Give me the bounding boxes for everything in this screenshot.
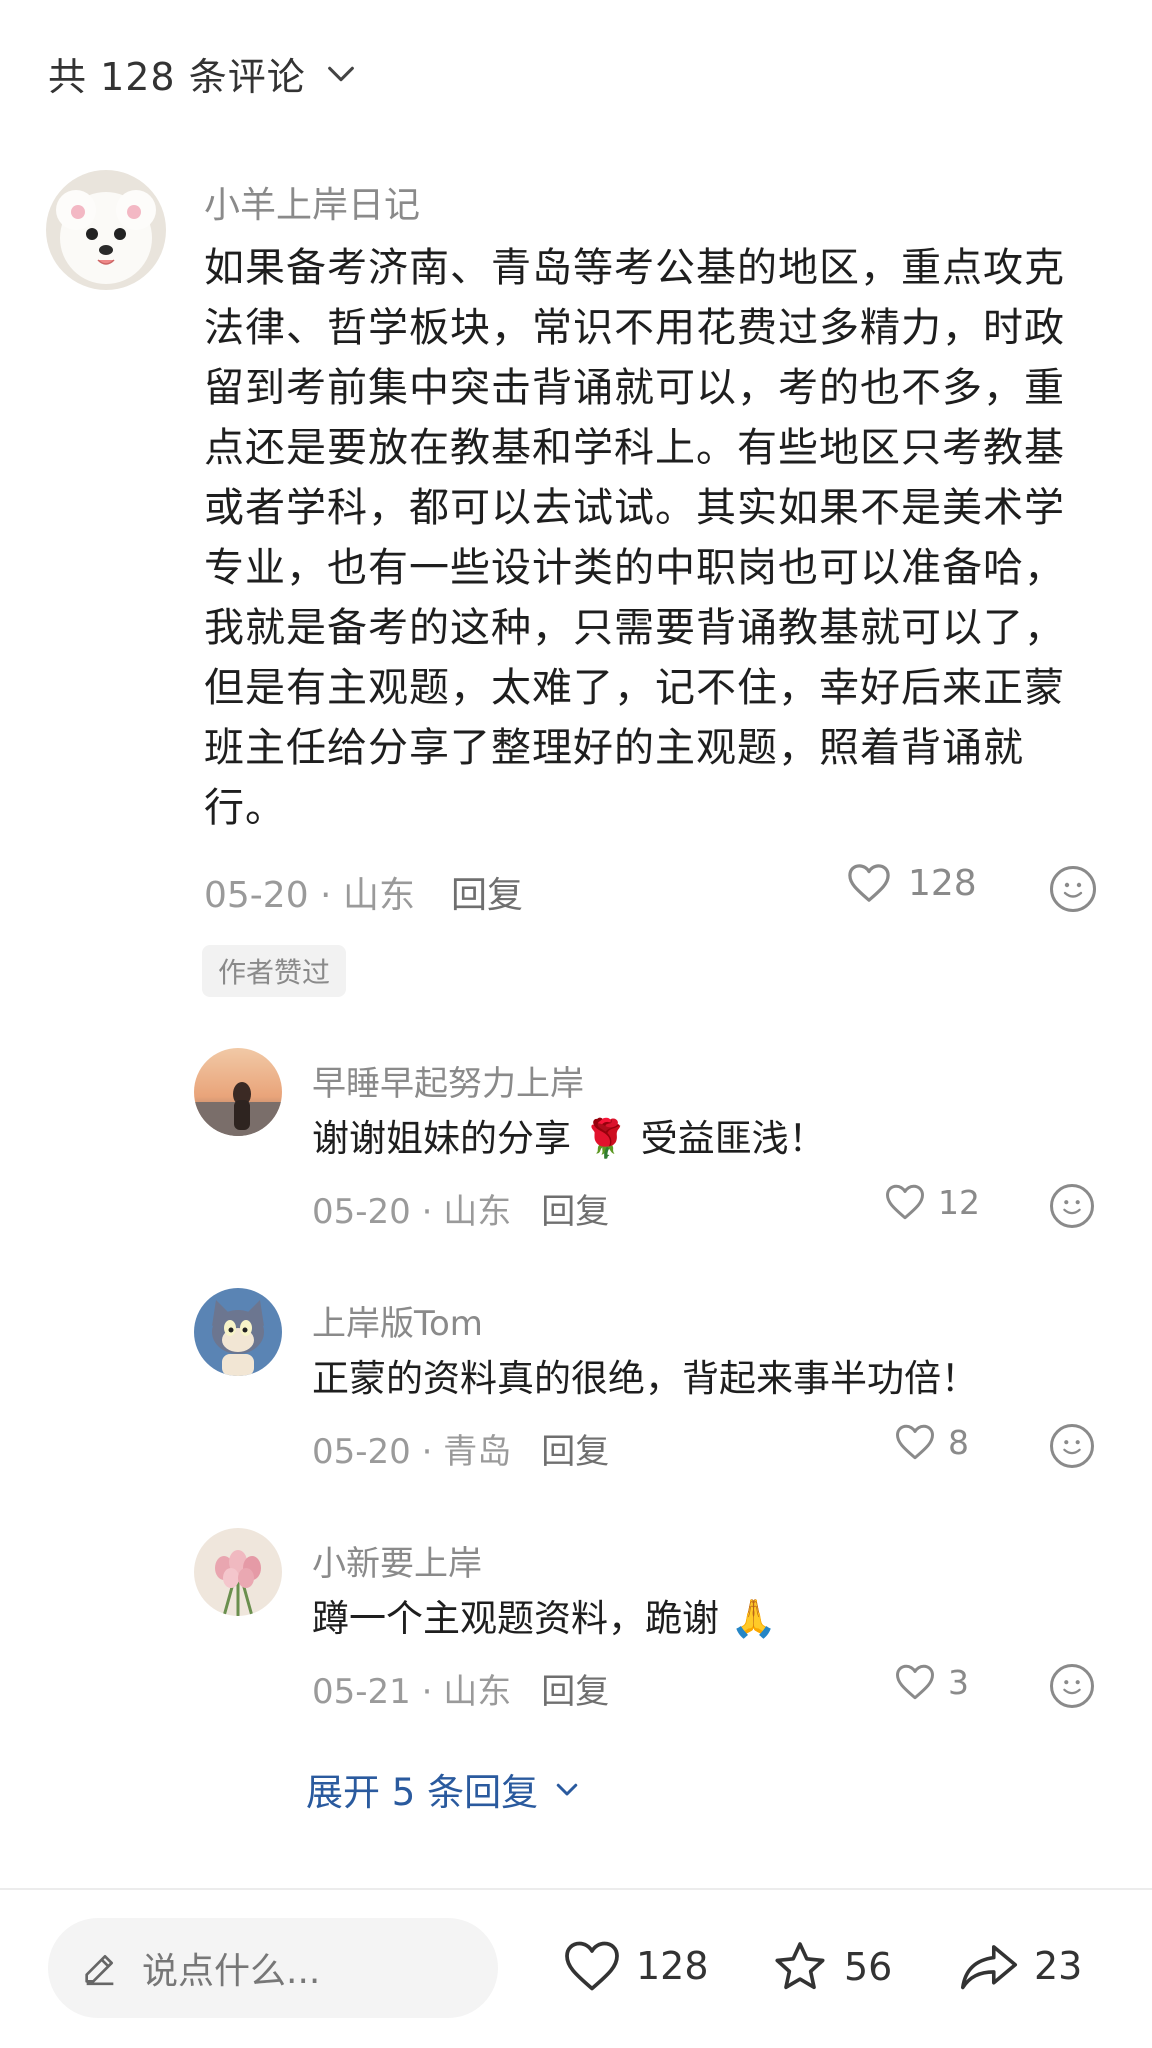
avatar[interactable] (194, 1528, 282, 1616)
sunset-avatar-icon (194, 1048, 282, 1136)
comments-header[interactable]: 共 128 条评论 (48, 46, 358, 101)
heart-icon (848, 864, 890, 902)
emoji-reaction-button[interactable] (1050, 866, 1096, 912)
emoji-reaction-button[interactable] (1050, 1424, 1094, 1468)
heart-icon (896, 1664, 934, 1700)
reply-date-location: 05-20 · 青岛 (312, 1432, 512, 1472)
smile-icon (1063, 1680, 1081, 1695)
reply-meta: 05-21 · 山东 回复 (312, 1664, 609, 1713)
smile-icon (1063, 1440, 1081, 1455)
reply-button[interactable]: 回复 (541, 1184, 609, 1233)
pencil-icon (85, 1955, 114, 1986)
avatar[interactable] (194, 1048, 282, 1136)
bottom-favorite-button[interactable]: 56 (770, 1938, 892, 1996)
expand-replies-label: 展开 5 条回复 (306, 1771, 539, 1814)
heart-icon (896, 1424, 934, 1460)
comment-meta: 05-20 · 山东 回复 (204, 866, 523, 918)
like-count: 12 (938, 1182, 980, 1222)
comment-date-location: 05-20 · 山东 (204, 875, 415, 916)
bottom-share-count: 23 (1034, 1944, 1083, 1988)
like-button[interactable]: 12 (884, 1182, 980, 1222)
username[interactable]: 小羊上岸日记 (204, 176, 420, 228)
avatar[interactable] (46, 170, 166, 290)
dog-avatar-icon (46, 170, 166, 290)
reply-text: 蹲一个主观题资料，跪谢 🙏 (312, 1597, 777, 1640)
reply-text: 正蒙的资料真的很绝，背起来事半功倍！ (312, 1357, 978, 1400)
chevron-down-icon (327, 66, 354, 81)
like-button[interactable]: 8 (894, 1422, 969, 1462)
chevron-down-icon (556, 1783, 578, 1796)
reply-button[interactable]: 回复 (541, 1664, 609, 1713)
share-icon (960, 1945, 1018, 1990)
bottom-bar-divider (0, 1888, 1152, 1890)
smile-icon (1063, 882, 1083, 898)
username[interactable]: 上岸版Tom (312, 1296, 483, 1345)
reply-meta: 05-20 · 青岛 回复 (312, 1424, 609, 1473)
bottom-like-count: 128 (636, 1944, 709, 1988)
emoji-reaction-button[interactable] (1050, 1664, 1094, 1708)
username[interactable]: 早睡早起努力上岸 (312, 1056, 584, 1105)
like-count: 8 (948, 1422, 969, 1462)
bottom-like-button[interactable]: 128 (562, 1938, 709, 1994)
bottom-share-button[interactable]: 23 (958, 1938, 1082, 1994)
heart-icon (886, 1184, 924, 1220)
smile-icon (1063, 1200, 1081, 1215)
like-button[interactable]: 3 (894, 1662, 969, 1702)
reply-date-location: 05-20 · 山东 (312, 1192, 512, 1232)
star-icon (775, 1942, 825, 1990)
reply-button[interactable]: 回复 (541, 1424, 609, 1473)
reply-meta: 05-20 · 山东 回复 (312, 1184, 609, 1233)
emoji-reaction-button[interactable] (1050, 1184, 1094, 1228)
like-count: 3 (948, 1662, 969, 1702)
comment-input[interactable]: 说点什么... (48, 1918, 498, 2018)
expand-replies-button[interactable]: 展开 5 条回复 (306, 1762, 582, 1816)
heart-icon (565, 1941, 619, 1991)
like-count: 128 (908, 862, 977, 904)
cat-avatar-icon (194, 1288, 282, 1376)
author-liked-badge: 作者赞过 (202, 945, 347, 997)
reply-date-location: 05-21 · 山东 (312, 1672, 512, 1712)
like-button[interactable]: 128 (846, 862, 977, 904)
avatar[interactable] (194, 1288, 282, 1376)
reply-text: 谢谢姐妹的分享 🌹 受益匪浅！ (312, 1117, 826, 1160)
reply-button[interactable]: 回复 (451, 866, 523, 918)
comment-input-placeholder: 说点什么... (142, 1951, 321, 1992)
username[interactable]: 小新要上岸 (312, 1536, 482, 1585)
tulips-avatar-icon (194, 1528, 282, 1616)
bottom-favorite-count: 56 (844, 1945, 893, 1989)
comment-count-title: 共 128 条评论 (48, 55, 306, 99)
comment-text: 如果备考济南、青岛等考公基的地区，重点攻克法律、哲学板块，常识不用花费过多精力，… (204, 245, 1065, 831)
